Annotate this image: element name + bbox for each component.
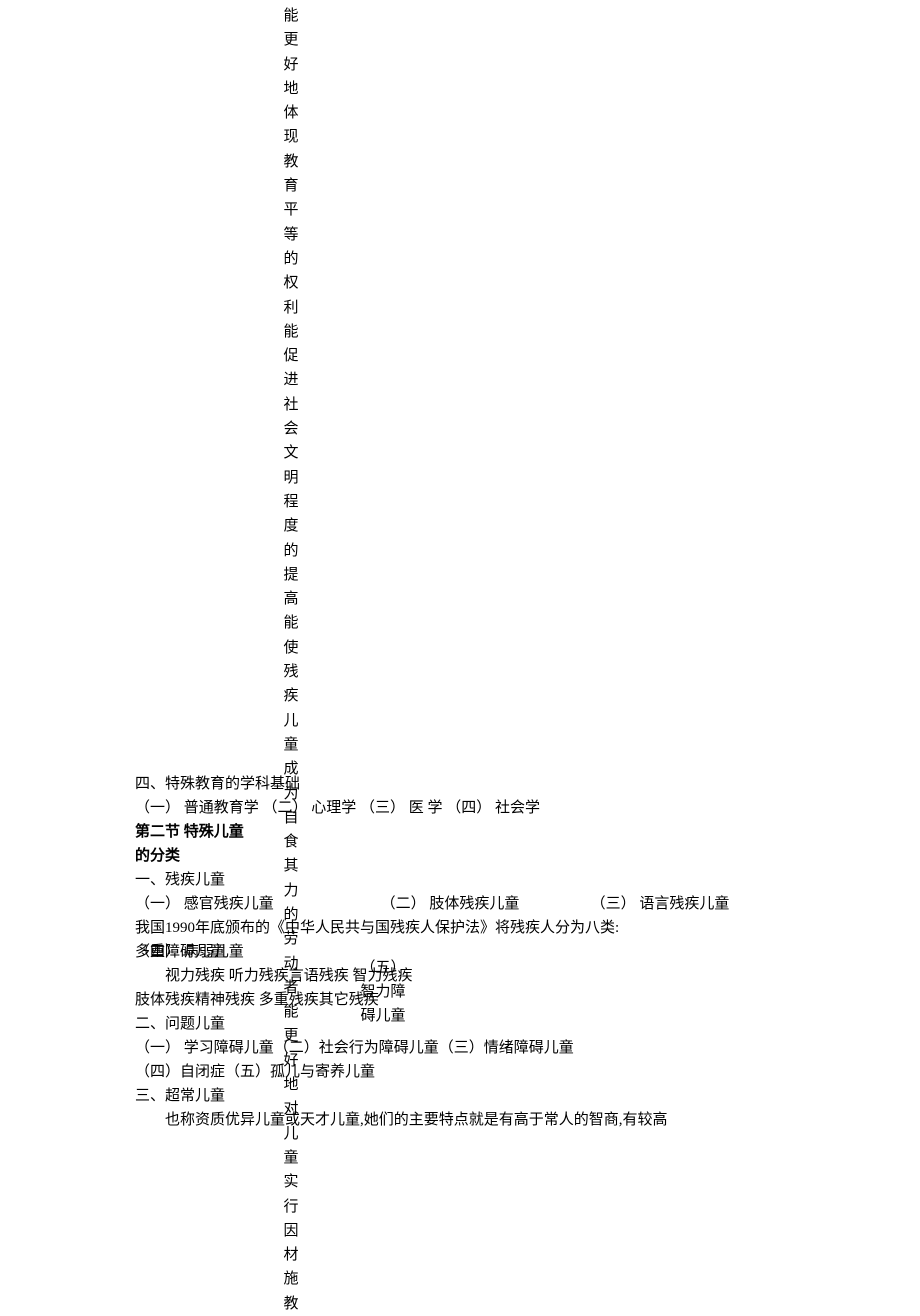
cat1-r1-a: （一） 感官残疾儿童: [135, 892, 345, 916]
vertical-char: 材: [283, 1243, 299, 1267]
law-line: 我国1990年底颁布的《中华人民共与国残疾人保护法》将残疾人分为八类:: [135, 916, 785, 940]
cat1-row1: （一） 感官残疾儿童 （二） 肢体残疾儿童 （三） 语言残疾儿童: [135, 892, 785, 916]
vertical-char: 施: [283, 1267, 299, 1291]
cat1-r1-c: （三） 语言残疾儿童: [555, 892, 765, 916]
cat3-title: 三、超常儿童: [135, 1084, 785, 1108]
section-4-title: 四、特殊教育的学科基础: [135, 772, 785, 796]
cat2-items-1: （一） 学习障碍儿童（二）社会行为障碍儿童（三）情绪障碍儿童: [135, 1036, 785, 1060]
vertical-char: 因: [283, 1219, 299, 1243]
vertical-char: 实: [283, 1170, 299, 1194]
vertical-char: 童: [283, 1146, 299, 1170]
cat2-items-2: （四）自闭症（五）孤儿与寄养儿童: [135, 1060, 785, 1084]
vertical-char: 教: [283, 1292, 299, 1316]
vertical-char: 行: [283, 1195, 299, 1219]
cat1-r1-b: （二） 肢体残疾儿童: [345, 892, 555, 916]
main-content: 四、特殊教育的学科基础 （一） 普通教育学 （二） 心理学 （三） 医 学 （四…: [135, 0, 785, 1132]
cat2-title: 二、问题儿童: [135, 1012, 785, 1036]
cat3-description: 也称资质优异儿童或天才儿童,她们的主要特点就是有高于常人的智商,有较高: [135, 1108, 785, 1132]
cat1-title: 一、残疾儿童: [135, 868, 785, 892]
section-2-heading: 第二节 特殊儿童的分类: [135, 820, 245, 868]
section-4-items: （一） 普通教育学 （二） 心理学 （三） 医 学 （四） 社会学: [135, 796, 785, 820]
